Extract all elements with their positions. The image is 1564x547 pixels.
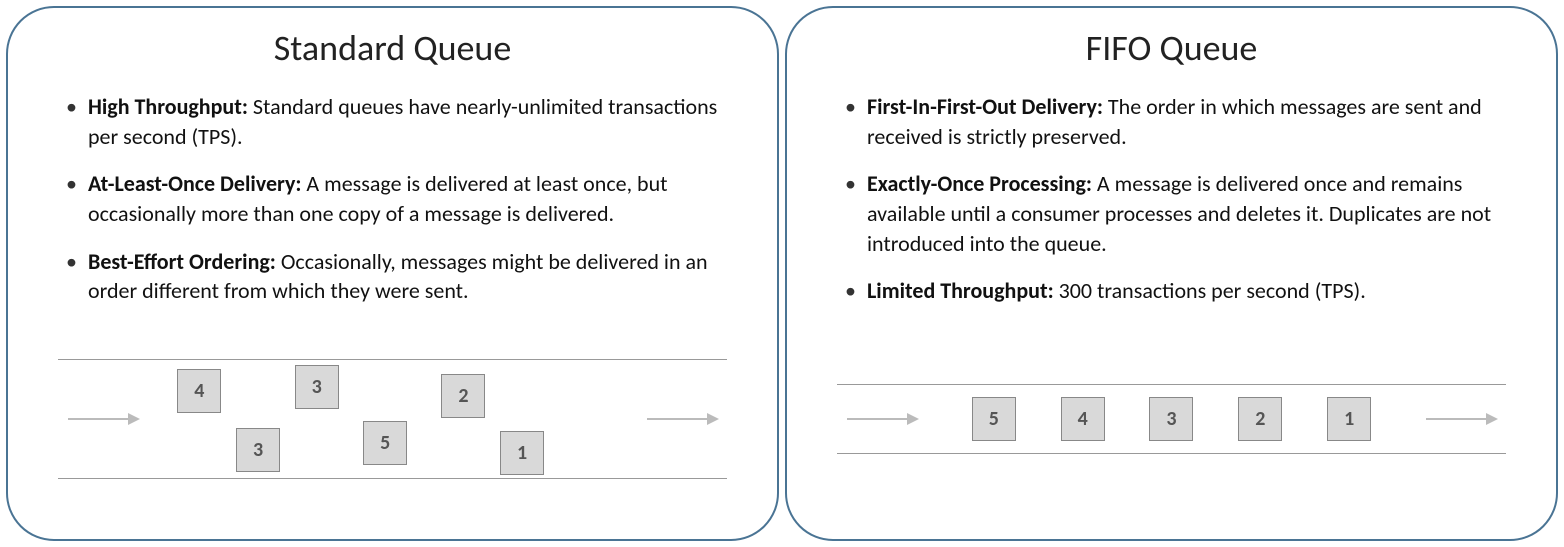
arrow-icon <box>647 418 717 420</box>
feature-item: Limited Throughput: 300 transactions per… <box>845 276 1516 306</box>
feature-label: High Throughput: <box>88 93 248 120</box>
feature-item: Best-Effort Ordering: Occasionally, mess… <box>66 247 737 306</box>
feature-list: First-In-First-Out Delivery: The order i… <box>827 92 1516 324</box>
lane-rail: 5 4 3 2 1 <box>837 384 1506 454</box>
message-lane-fifo: 5 4 3 2 1 <box>827 359 1516 509</box>
feature-label: At-Least-Once Delivery: <box>88 170 301 197</box>
message-box: 2 <box>1238 397 1282 441</box>
panel-title: FIFO Queue <box>827 26 1516 70</box>
message-box: 3 <box>295 365 339 409</box>
scattered-messages: 4 3 2 3 5 1 <box>148 360 637 478</box>
feature-desc: 300 transactions per second (TPS). <box>1054 277 1366 304</box>
message-box: 4 <box>177 369 221 413</box>
message-box: 3 <box>1149 397 1193 441</box>
message-lane-standard: 4 3 2 3 5 1 <box>48 359 737 509</box>
feature-label: Best-Effort Ordering: <box>88 248 276 275</box>
fifo-queue-panel: FIFO Queue First-In-First-Out Delivery: … <box>785 6 1558 541</box>
feature-item: First-In-First-Out Delivery: The order i… <box>845 92 1516 151</box>
feature-item: At-Least-Once Delivery: A message is del… <box>66 169 737 228</box>
message-box: 1 <box>1327 397 1371 441</box>
feature-list: High Throughput: Standard queues have ne… <box>48 92 737 324</box>
feature-item: High Throughput: Standard queues have ne… <box>66 92 737 151</box>
message-box: 5 <box>972 397 1016 441</box>
ordered-messages: 5 4 3 2 1 <box>927 385 1416 453</box>
message-box: 5 <box>363 421 407 465</box>
feature-item: Exactly-Once Processing: A message is de… <box>845 169 1516 258</box>
message-box: 2 <box>441 374 485 418</box>
feature-label: Exactly-Once Processing: <box>867 170 1092 197</box>
arrow-icon <box>68 418 138 420</box>
feature-label: Limited Throughput: <box>867 277 1054 304</box>
arrow-icon <box>847 418 917 420</box>
panel-title: Standard Queue <box>48 26 737 70</box>
message-box: 3 <box>236 428 280 472</box>
message-box: 1 <box>500 431 544 475</box>
standard-queue-panel: Standard Queue High Throughput: Standard… <box>6 6 779 541</box>
arrow-icon <box>1426 418 1496 420</box>
lane-rail: 4 3 2 3 5 1 <box>58 359 727 479</box>
message-box: 4 <box>1061 397 1105 441</box>
feature-label: First-In-First-Out Delivery: <box>867 93 1103 120</box>
